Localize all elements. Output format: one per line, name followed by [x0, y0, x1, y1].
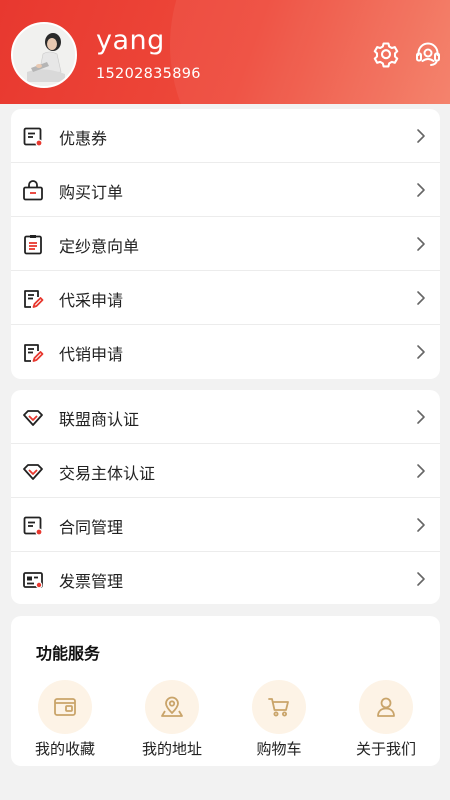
invoice-icon: [22, 569, 44, 591]
menu-item-invoice-management[interactable]: 发票管理: [11, 552, 440, 606]
menu-group-orders: 优惠券 购买订单 定纱意向单 代采申请 代销申请: [11, 109, 440, 379]
customer-service-icon[interactable]: [414, 40, 442, 68]
service-cart[interactable]: 购物车: [234, 680, 324, 760]
service-about-us[interactable]: 关于我们: [341, 680, 431, 760]
chevron-right-icon: [416, 517, 426, 533]
menu-label: 联盟商认证: [59, 410, 140, 429]
chevron-right-icon: [416, 344, 426, 360]
menu-label: 代采申请: [59, 291, 124, 310]
service-label: 购物车: [256, 740, 302, 758]
coupon-icon: [22, 126, 44, 148]
menu-item-consignment-request[interactable]: 代销申请: [11, 325, 440, 379]
menu-label: 代销申请: [59, 345, 124, 364]
username: yang: [96, 25, 165, 56]
chevron-right-icon: [416, 182, 426, 198]
gear-icon[interactable]: [372, 40, 400, 68]
chevron-right-icon: [416, 571, 426, 587]
menu-label: 优惠券: [59, 129, 108, 148]
menu-label: 定纱意向单: [59, 237, 140, 256]
menu-item-purchase-orders[interactable]: 购买订单: [11, 163, 440, 217]
menu-item-yarn-intent[interactable]: 定纱意向单: [11, 217, 440, 271]
menu-label: 发票管理: [59, 572, 124, 591]
service-label: 我的收藏: [34, 740, 95, 758]
chevron-right-icon: [416, 236, 426, 252]
menu-item-coupons[interactable]: 优惠券: [11, 109, 440, 163]
location-icon: [145, 680, 199, 734]
menu-label: 合同管理: [59, 518, 124, 537]
service-label: 我的地址: [141, 740, 202, 758]
diamond-icon: [22, 461, 44, 483]
menu-item-contract-management[interactable]: 合同管理: [11, 498, 440, 552]
menu-item-purchasing-request[interactable]: 代采申请: [11, 271, 440, 325]
menu-item-entity-certification[interactable]: 交易主体认证: [11, 444, 440, 498]
service-label: 关于我们: [355, 740, 416, 758]
diamond-icon: [22, 407, 44, 429]
phone-number: 15202835896: [96, 66, 201, 82]
clipboard-icon: [22, 234, 44, 256]
service-favorites[interactable]: 我的收藏: [20, 680, 110, 760]
person-icon: [359, 680, 413, 734]
wallet-icon: [38, 680, 92, 734]
chevron-right-icon: [416, 128, 426, 144]
profile-header: yang 15202835896: [0, 0, 450, 104]
menu-group-certification: 联盟商认证 交易主体认证 合同管理 发票管理: [11, 390, 440, 604]
shopping-bag-icon: [22, 180, 44, 202]
contract-icon: [22, 515, 44, 537]
avatar[interactable]: [11, 22, 77, 88]
menu-label: 购买订单: [59, 183, 124, 202]
service-address[interactable]: 我的地址: [127, 680, 217, 760]
chevron-right-icon: [416, 290, 426, 306]
chevron-right-icon: [416, 463, 426, 479]
section-title: 功能服务: [36, 644, 101, 663]
function-services-card: 功能服务 我的收藏 我的地址 购物车 关于我们: [11, 616, 440, 766]
edit-document-icon: [22, 342, 44, 364]
edit-document-icon: [22, 288, 44, 310]
menu-label: 交易主体认证: [59, 464, 156, 483]
menu-item-alliance-certification[interactable]: 联盟商认证: [11, 390, 440, 444]
chevron-right-icon: [416, 409, 426, 425]
cart-icon: [252, 680, 306, 734]
